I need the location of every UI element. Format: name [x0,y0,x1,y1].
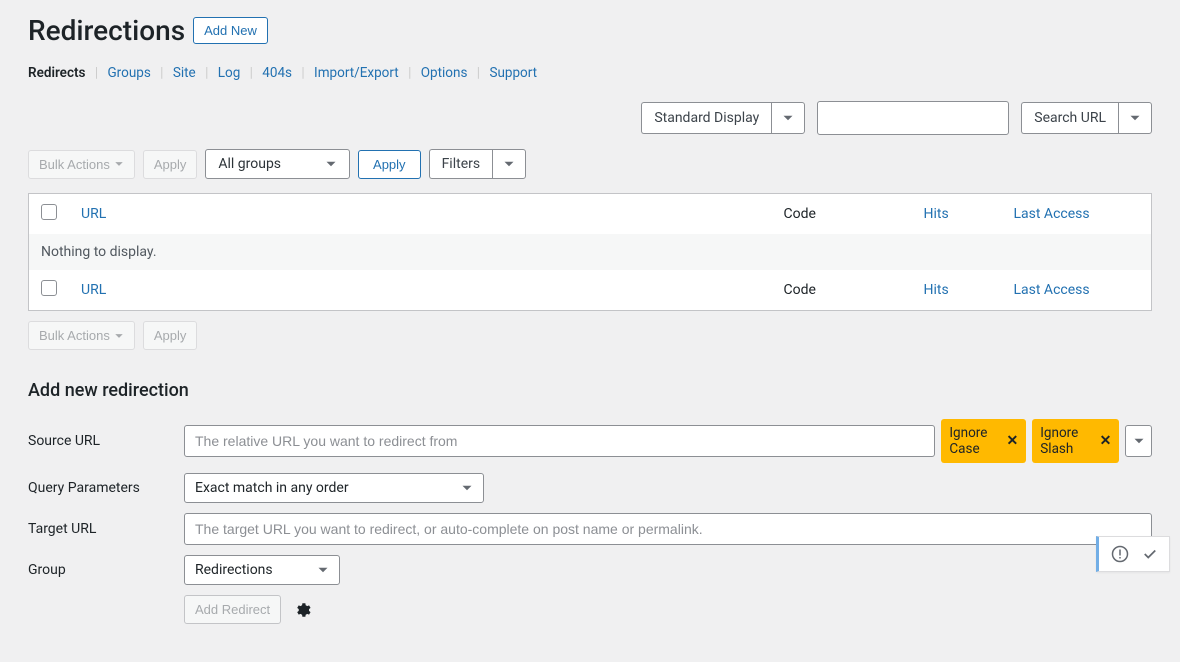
bulk-actions-label: Bulk Actions [39,157,110,172]
display-mode-chevron[interactable] [771,102,805,134]
filters-chevron[interactable] [492,149,526,179]
query-params-value: Exact match in any order [195,480,349,496]
col-last-access-bottom[interactable]: Last Access [1014,282,1090,298]
chevron-down-icon [782,112,794,124]
add-new-button[interactable]: Add New [193,17,268,44]
col-last-access[interactable]: Last Access [1014,206,1090,222]
apply-group-filter[interactable]: Apply [358,150,421,179]
check-icon [1143,547,1157,561]
target-url-input[interactable] [184,513,1152,545]
bulk-actions-label-bottom: Bulk Actions [39,328,110,343]
col-url[interactable]: URL [81,206,106,222]
url-options-dropdown[interactable] [1125,425,1152,457]
filters-label: Filters [429,149,493,179]
chevron-down-icon [114,159,124,169]
col-code-bottom: Code [772,270,912,311]
close-icon[interactable]: ✕ [1007,433,1019,449]
chevron-down-icon [317,564,329,576]
bulk-actions-select-bottom[interactable]: Bulk Actions [28,321,135,350]
tab-site[interactable]: Site [173,65,196,81]
table-header-row: URL Code Hits Last Access [29,194,1152,235]
search-input[interactable] [817,101,1009,135]
display-mode-label: Standard Display [641,102,771,134]
query-params-label: Query Parameters [28,480,176,496]
ignore-case-tag[interactable]: Ignore Case ✕ [941,419,1026,463]
select-all-checkbox-top[interactable] [41,204,57,220]
chevron-down-icon [325,158,337,170]
add-redirect-button[interactable]: Add Redirect [184,595,281,624]
search-mode-chevron[interactable] [1118,102,1152,134]
close-icon[interactable]: ✕ [1100,433,1112,449]
redirects-table: URL Code Hits Last Access Nothing to dis… [28,193,1152,311]
alert-icon [1111,545,1129,563]
apply-bulk-top[interactable]: Apply [143,150,198,179]
table-empty-row: Nothing to display. [29,234,1152,270]
chevron-down-icon [114,331,124,341]
col-hits-bottom[interactable]: Hits [924,282,949,298]
add-redirection-heading: Add new redirection [28,380,1152,401]
tab-options[interactable]: Options [421,65,468,81]
filters-button[interactable]: Filters [429,149,527,179]
source-url-label: Source URL [28,433,176,449]
chevron-down-icon [461,482,473,494]
subnav: Redirects | Groups | Site | Log | 404s |… [28,65,1152,101]
tab-groups[interactable]: Groups [107,65,150,81]
search-button-combo[interactable]: Search URL [1021,102,1152,134]
col-url-bottom[interactable]: URL [81,282,106,298]
page-title: Redirections [28,14,185,47]
tab-log[interactable]: Log [218,65,241,81]
source-url-input[interactable] [184,425,935,457]
group-select[interactable]: Redirections [184,555,340,585]
ignore-slash-label: Ignore Slash [1040,425,1093,457]
group-label: Group [28,562,176,578]
bulk-actions-select-top[interactable]: Bulk Actions [28,150,135,179]
display-mode-select[interactable]: Standard Display [641,102,805,134]
search-url-button[interactable]: Search URL [1021,102,1118,134]
query-params-select[interactable]: Exact match in any order [184,473,484,503]
ignore-slash-tag[interactable]: Ignore Slash ✕ [1032,419,1119,463]
target-url-label: Target URL [28,521,176,537]
status-notice [1096,536,1170,572]
tab-redirects[interactable]: Redirects [28,65,85,81]
group-value: Redirections [195,562,273,578]
select-all-checkbox-bottom[interactable] [41,280,57,296]
group-filter-select[interactable]: All groups [205,149,350,179]
apply-bulk-bottom[interactable]: Apply [143,321,198,350]
tab-import-export[interactable]: Import/Export [314,65,399,81]
col-code: Code [772,194,912,235]
table-footer-row: URL Code Hits Last Access [29,270,1152,311]
chevron-down-icon [503,158,515,170]
gear-icon[interactable] [293,601,311,619]
chevron-down-icon [1133,435,1145,447]
empty-message: Nothing to display. [29,234,1152,270]
col-hits[interactable]: Hits [924,206,949,222]
ignore-case-label: Ignore Case [949,425,1000,457]
tab-support[interactable]: Support [489,65,537,81]
tab-404s[interactable]: 404s [262,65,292,81]
group-filter-label: All groups [218,156,281,172]
chevron-down-icon [1129,112,1141,124]
